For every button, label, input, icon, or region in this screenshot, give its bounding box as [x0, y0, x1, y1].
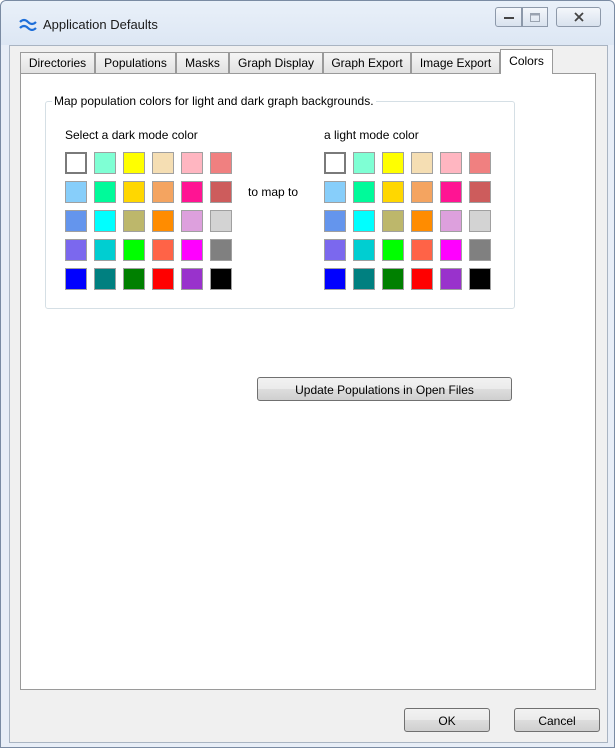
- light-color-swatch[interactable]: [411, 152, 433, 174]
- dark-color-swatch[interactable]: [123, 210, 145, 232]
- light-color-swatch[interactable]: [324, 181, 346, 203]
- dark-color-swatch[interactable]: [181, 181, 203, 203]
- dark-color-swatch[interactable]: [94, 152, 116, 174]
- light-color-swatch[interactable]: [382, 152, 404, 174]
- dark-color-swatch[interactable]: [210, 268, 232, 290]
- maximize-button[interactable]: [522, 7, 548, 27]
- light-color-swatch[interactable]: [469, 152, 491, 174]
- dark-color-swatch[interactable]: [181, 268, 203, 290]
- dark-color-swatch[interactable]: [152, 152, 174, 174]
- dark-color-swatch[interactable]: [65, 152, 87, 174]
- light-color-swatch[interactable]: [411, 181, 433, 203]
- dark-color-swatch[interactable]: [210, 210, 232, 232]
- light-color-swatch[interactable]: [440, 268, 462, 290]
- light-color-swatch[interactable]: [440, 152, 462, 174]
- light-color-swatch[interactable]: [353, 239, 375, 261]
- update-populations-button[interactable]: Update Populations in Open Files: [257, 377, 512, 401]
- color-map-group: Map population colors for light and dark…: [45, 94, 515, 309]
- light-color-swatch[interactable]: [469, 239, 491, 261]
- light-color-swatch[interactable]: [382, 210, 404, 232]
- dark-color-swatch[interactable]: [152, 181, 174, 203]
- dark-color-swatch[interactable]: [65, 268, 87, 290]
- group-title: Map population colors for light and dark…: [52, 94, 376, 108]
- title-bar: Application Defaults: [1, 1, 614, 45]
- close-icon: [573, 12, 584, 22]
- light-color-swatch[interactable]: [353, 268, 375, 290]
- light-color-swatch[interactable]: [440, 239, 462, 261]
- light-color-swatch[interactable]: [324, 210, 346, 232]
- dark-color-swatch[interactable]: [94, 181, 116, 203]
- dark-color-swatch[interactable]: [210, 239, 232, 261]
- dark-color-swatch[interactable]: [65, 181, 87, 203]
- map-to-label: to map to: [248, 185, 299, 199]
- light-color-swatch[interactable]: [469, 210, 491, 232]
- dark-color-swatch[interactable]: [152, 239, 174, 261]
- dark-color-swatch[interactable]: [65, 210, 87, 232]
- dark-color-swatch[interactable]: [181, 210, 203, 232]
- dialog-window: Application Defaults Directories Populat…: [0, 0, 615, 748]
- close-button[interactable]: [556, 7, 601, 27]
- light-color-swatch[interactable]: [440, 210, 462, 232]
- light-mode-label: a light mode color: [324, 128, 419, 142]
- dark-color-swatch[interactable]: [152, 210, 174, 232]
- dark-color-swatch[interactable]: [181, 239, 203, 261]
- dark-color-swatch[interactable]: [123, 181, 145, 203]
- dark-color-swatch[interactable]: [210, 152, 232, 174]
- light-color-swatch[interactable]: [353, 181, 375, 203]
- light-color-swatch[interactable]: [353, 210, 375, 232]
- window-title: Application Defaults: [43, 17, 158, 32]
- dark-color-swatch[interactable]: [123, 239, 145, 261]
- tab-colors[interactable]: Colors: [500, 49, 553, 74]
- light-color-swatch[interactable]: [440, 181, 462, 203]
- dark-color-swatch[interactable]: [94, 239, 116, 261]
- light-color-swatch[interactable]: [324, 152, 346, 174]
- minimize-button[interactable]: [495, 7, 522, 27]
- light-color-swatch[interactable]: [324, 268, 346, 290]
- tab-populations[interactable]: Populations: [95, 52, 176, 73]
- dark-color-swatch[interactable]: [123, 152, 145, 174]
- tab-directories[interactable]: Directories: [20, 52, 95, 73]
- colors-tab-panel: Map population colors for light and dark…: [20, 73, 596, 690]
- minimize-icon: [503, 17, 514, 19]
- light-color-swatch[interactable]: [411, 239, 433, 261]
- light-color-swatch[interactable]: [411, 210, 433, 232]
- dark-color-swatch[interactable]: [94, 210, 116, 232]
- dark-mode-label: Select a dark mode color: [65, 128, 198, 142]
- light-color-swatch[interactable]: [324, 239, 346, 261]
- light-color-swatch[interactable]: [382, 181, 404, 203]
- tab-graph-export[interactable]: Graph Export: [323, 52, 411, 73]
- light-color-swatch[interactable]: [382, 268, 404, 290]
- light-color-swatch[interactable]: [469, 268, 491, 290]
- dark-color-swatch[interactable]: [181, 152, 203, 174]
- dark-color-swatch[interactable]: [94, 268, 116, 290]
- light-color-swatch[interactable]: [411, 268, 433, 290]
- waves-icon: [19, 18, 37, 31]
- dark-color-swatch[interactable]: [123, 268, 145, 290]
- dark-color-swatch[interactable]: [65, 239, 87, 261]
- dark-color-swatch[interactable]: [152, 268, 174, 290]
- maximize-icon: [530, 12, 540, 22]
- dialog-client-area: Directories Populations Masks Graph Disp…: [9, 45, 608, 743]
- tab-graph-display[interactable]: Graph Display: [229, 52, 323, 73]
- light-color-swatch[interactable]: [469, 181, 491, 203]
- cancel-button[interactable]: Cancel: [514, 708, 600, 732]
- light-color-swatch[interactable]: [353, 152, 375, 174]
- tab-masks[interactable]: Masks: [176, 52, 229, 73]
- ok-button[interactable]: OK: [404, 708, 490, 732]
- tab-image-export[interactable]: Image Export: [411, 52, 500, 73]
- light-color-swatch[interactable]: [382, 239, 404, 261]
- dark-color-swatch[interactable]: [210, 181, 232, 203]
